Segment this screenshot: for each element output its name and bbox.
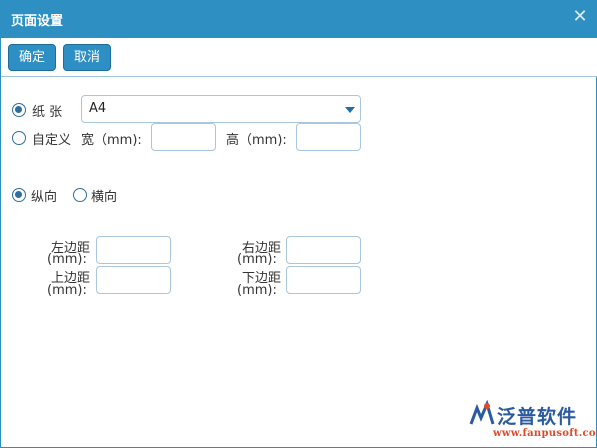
paper-size-radio[interactable] [12,103,26,117]
custom-label: 自定义 [32,133,72,148]
width-label: 宽（mm): [81,133,142,148]
brand-logo-icon [469,400,495,425]
paper-size-value: A4 [89,101,107,116]
bottom-margin-input[interactable] [286,266,361,294]
brand-url: www.fanpusoft.com [493,428,597,439]
landscape-label: 横向 [91,190,118,205]
top-margin-input[interactable] [96,266,171,294]
ok-button[interactable]: 确定 [8,44,56,71]
brand-watermark: 泛普软件 www.fanpusoft.com [467,400,597,444]
height-label: 高（mm): [226,133,287,148]
cancel-button[interactable]: 取消 [63,44,111,71]
right-margin-unit: (mm): [237,252,277,267]
dialog-toolbar: 确定 取消 [1,38,597,77]
portrait-label: 纵向 [31,190,58,205]
bottom-margin-unit: (mm): [237,283,277,298]
close-icon[interactable]: ✕ [572,8,588,26]
chevron-down-icon [345,107,355,113]
top-margin-unit: (mm): [47,283,87,298]
left-margin-input[interactable] [96,236,171,264]
brand-name: 泛普软件 [497,406,578,428]
right-margin-input[interactable] [286,236,361,264]
dialog-title: 页面设置 [11,14,64,29]
left-margin-unit: (mm): [47,252,87,267]
paper-size-select[interactable]: A4 [81,95,361,123]
custom-size-radio[interactable] [12,131,26,145]
dialog-titlebar: 页面设置 ✕ [1,0,597,38]
paper-label: 纸 张 [32,105,63,120]
height-input[interactable] [296,123,361,151]
width-input[interactable] [151,123,216,151]
landscape-radio[interactable] [73,188,87,202]
portrait-radio[interactable] [12,188,26,202]
page-setup-dialog: 页面设置 ✕ 确定 取消 纸 张 A4 自定义 宽（mm): 高（mm): 纵向… [0,0,597,448]
